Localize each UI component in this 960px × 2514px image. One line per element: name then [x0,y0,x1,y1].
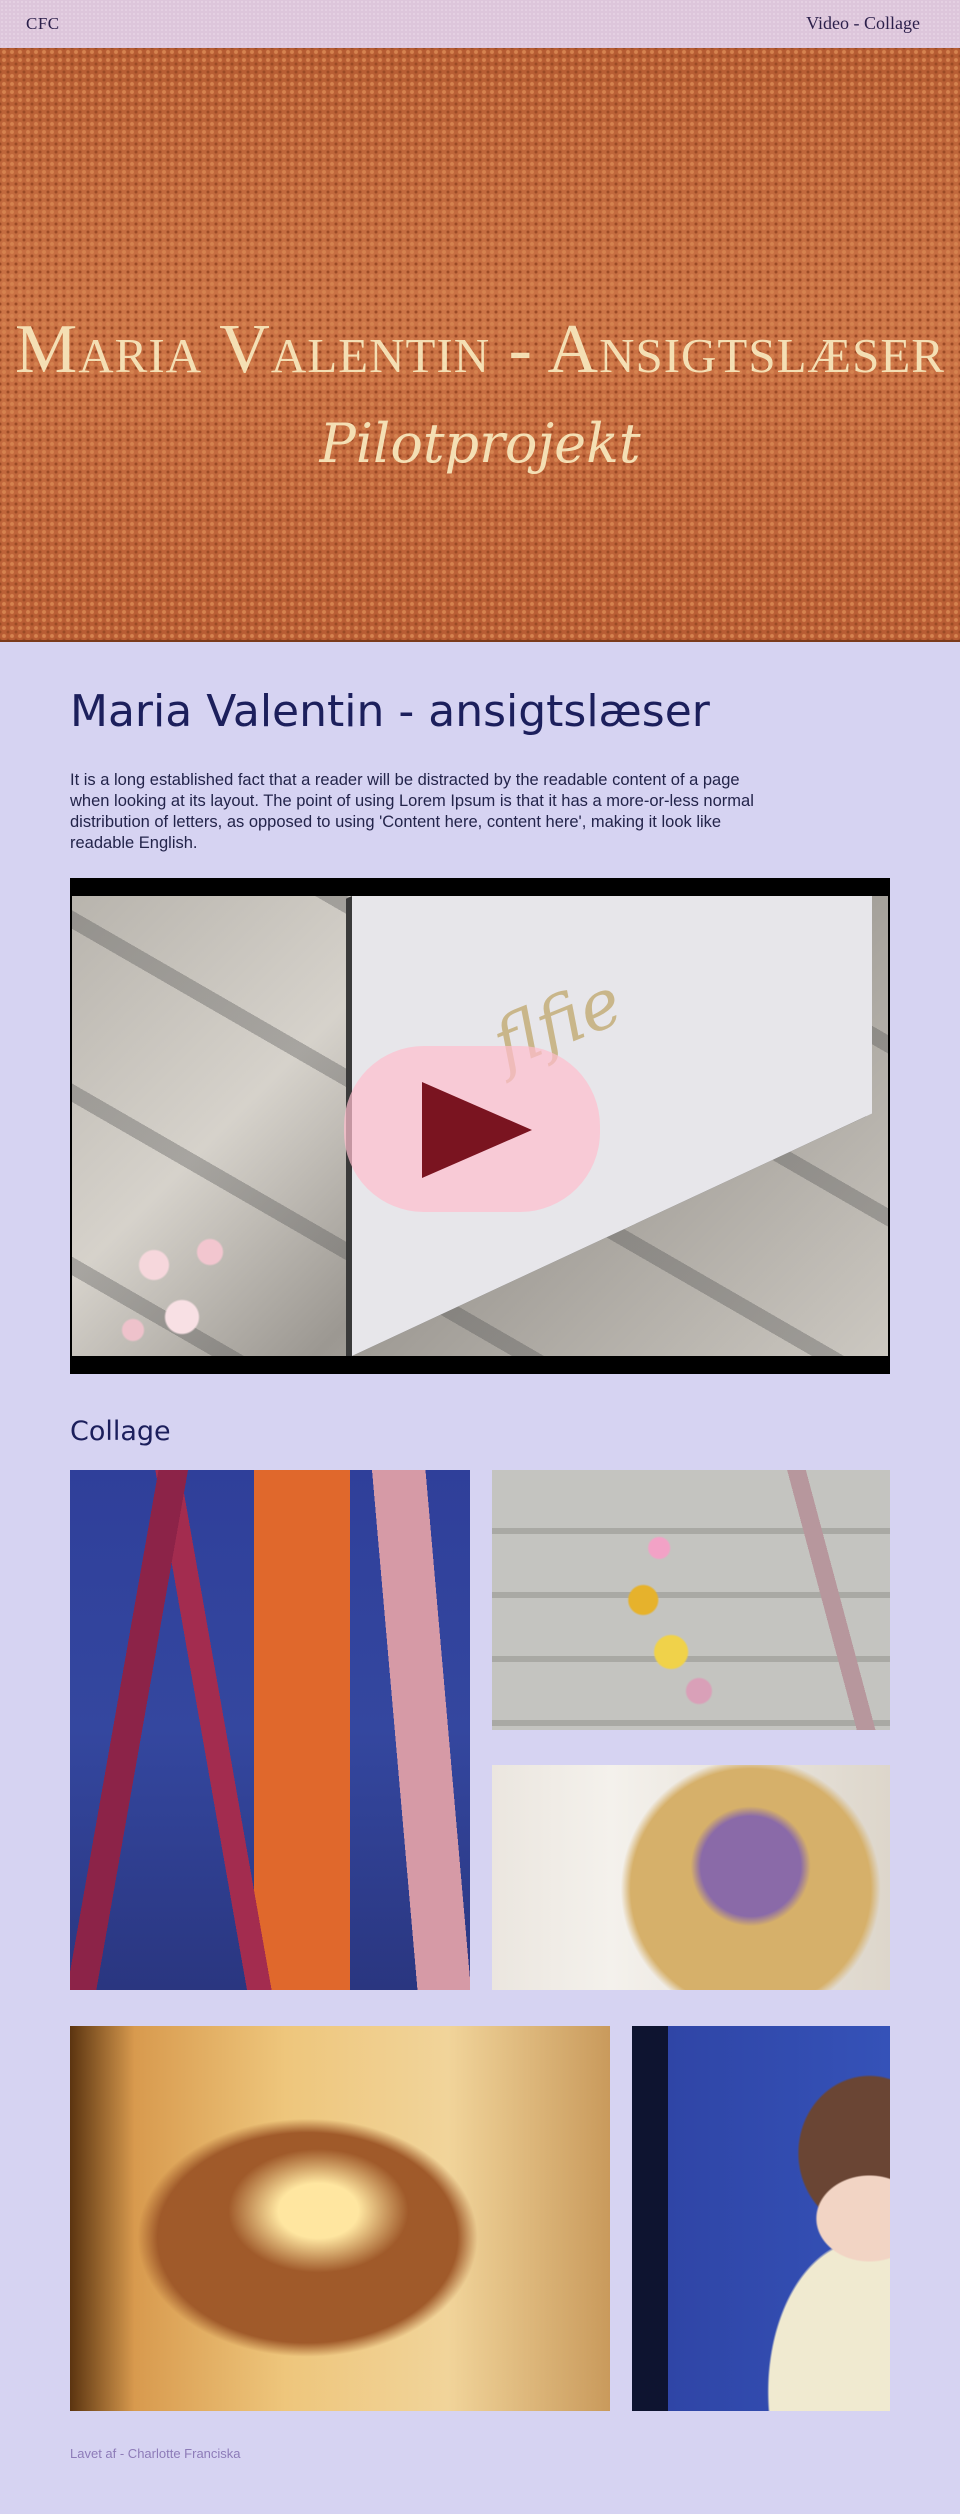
play-icon [422,1082,532,1178]
nav-separator: - [849,13,864,33]
nav-link-video[interactable]: Video [806,13,849,33]
collage-heading: Collage [70,1416,171,1447]
page-title: Maria Valentin - ansigtslæser [70,686,710,737]
footer-credit: Lavet af - Charlotte Franciska [70,2446,241,2461]
video-flowers [112,1226,252,1356]
site-logo[interactable]: CFC [26,14,60,34]
collage-image-flowers-ladder [492,1470,890,1730]
top-navigation-bar: CFC Video - Collage [0,0,960,48]
collage-image-portrait [632,2026,890,2411]
collage-image-paper-flower [492,1765,890,1990]
video-frame[interactable]: flfie [72,896,888,1356]
collage-image-pampas-grass [70,1470,470,1990]
intro-paragraph: It is a long established fact that a rea… [70,771,754,852]
hero-title: Maria Valentin - Ansigtslæser [15,311,945,388]
video-player[interactable]: flfie [70,878,890,1374]
nav-link-collage[interactable]: Collage [864,13,920,33]
collage-image-woven-lamp [70,2026,610,2411]
main-navigation: Video - Collage [806,13,920,34]
hero-banner: Maria Valentin - Ansigtslæser Pilotproje… [0,48,960,642]
play-button[interactable] [344,1046,600,1212]
hero-subtitle: Pilotprojekt [319,412,641,475]
